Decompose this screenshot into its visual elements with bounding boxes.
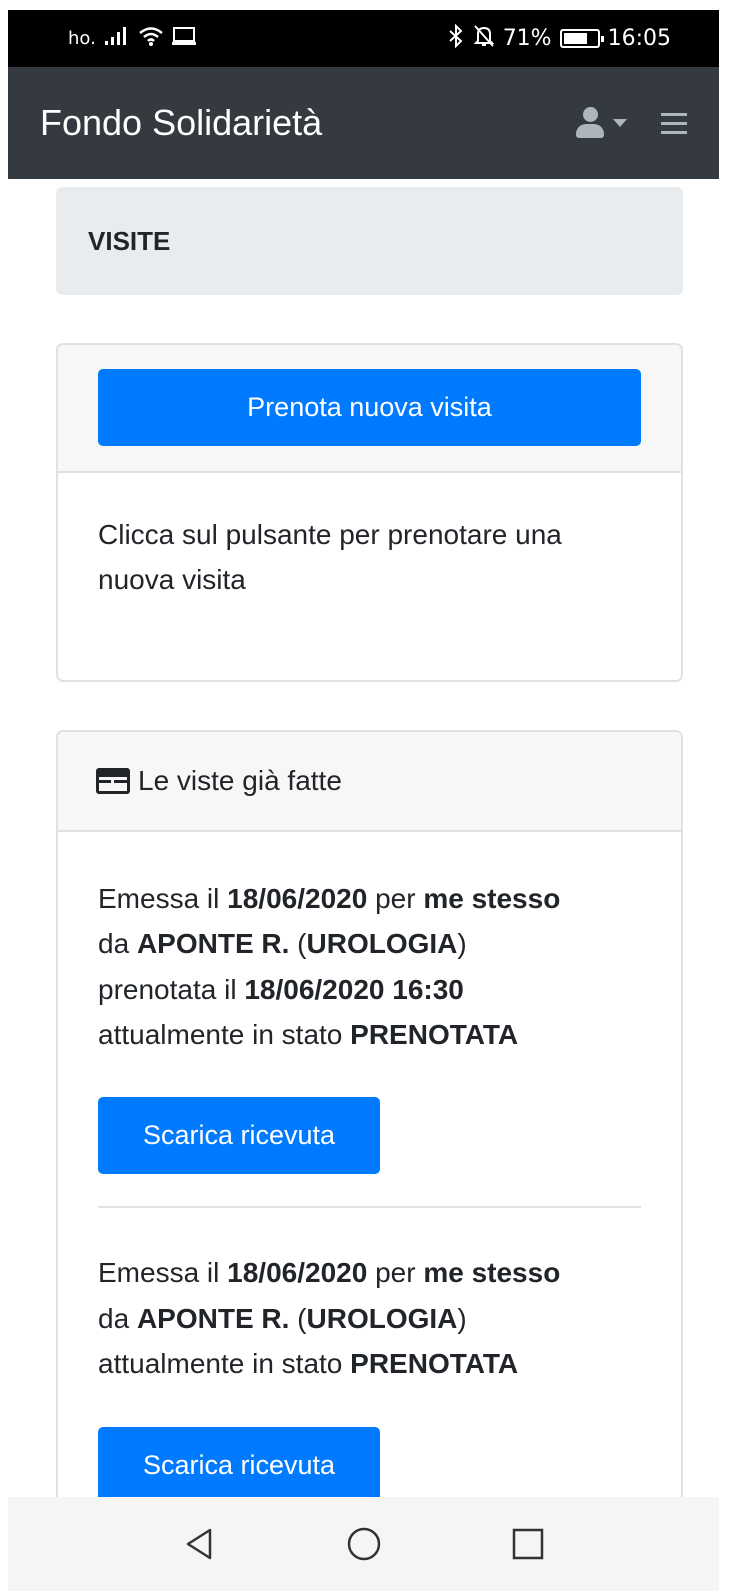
visit-issue-date: 18/06/2020 [227,1257,368,1289]
visit-doctor: APONTE R. [136,1302,290,1334]
visit-specialty: UROLOGIA [306,928,458,960]
navbar-actions [575,107,687,139]
visit-item: Emessa il 18/06/2020 per me stesso da AP… [98,876,641,1175]
status-bar: ho. 71% 16:05 [8,10,719,67]
visits-card: Le viste già fatte Emessa il 18/06/2020 … [56,730,683,1530]
navbar: Fondo Solidarietà [8,67,719,179]
download-receipt-button[interactable]: Scarica ricevuta [98,1097,380,1175]
recent-apps-icon[interactable] [510,1526,546,1562]
visit-line-issued: Emessa il 18/06/2020 per me stesso [98,883,561,914]
carrier-label: ho. [68,28,96,49]
status-bar-left: ho. [68,25,196,53]
download-receipt-button[interactable]: Scarica ricevuta [98,1426,380,1504]
visits-list: Emessa il 18/06/2020 per me stesso da AP… [58,832,681,1504]
divider [98,1206,641,1209]
wifi-icon [138,25,164,53]
book-new-visit-button[interactable]: Prenota nuova visita [98,369,641,446]
visit-details: Emessa il 18/06/2020 per me stesso da AP… [98,876,641,1057]
visit-item: Emessa il 18/06/2020 per me stesso da AP… [98,1250,641,1504]
breadcrumb: VISITE [56,187,683,295]
status-bar-right: 71% 16:05 [447,23,671,54]
back-icon[interactable] [182,1526,218,1562]
visit-issue-date: 18/06/2020 [227,883,368,914]
visit-details: Emessa il 18/06/2020 per me stesso da AP… [98,1250,641,1386]
battery-icon [559,29,604,48]
battery-level-fill [563,33,587,44]
booking-card: Prenota nuova visita Clicca sul pulsante… [56,343,683,682]
visit-doctor: APONTE R. [136,928,290,960]
visit-specialty: UROLOGIA [306,1302,458,1334]
navbar-brand[interactable]: Fondo Solidarietà [40,102,322,144]
system-navigation-bar [8,1497,719,1591]
user-menu-dropdown[interactable] [575,107,627,139]
visit-line-status: attualmente in stato PRENOTATA [98,1019,519,1051]
visit-line-doctor: da APONTE R. (UROLOGIA) [98,1302,467,1334]
clock: 16:05 [607,26,671,51]
bell-off-icon [473,24,495,54]
visits-card-header: Le viste già fatte [58,732,681,832]
table-icon [96,768,130,794]
bluetooth-icon [447,23,465,54]
booking-description: Clicca sul pulsante per prenotare una nu… [98,519,562,595]
visit-patient: me stesso [423,883,561,914]
visits-card-title: Le viste già fatte [138,765,342,796]
visit-line-doctor: da APONTE R. (UROLOGIA) [98,928,467,960]
home-icon[interactable] [346,1526,382,1562]
caret-down-icon [613,119,627,127]
booking-card-body: Clicca sul pulsante per prenotare una nu… [58,473,681,643]
visit-line-status: attualmente in stato PRENOTATA [98,1348,519,1380]
battery-percent: 71% [502,26,552,51]
booking-card-header: Prenota nuova visita [58,345,681,473]
visit-booked-at: 18/06/2020 16:30 [244,973,464,1005]
visit-status: PRENOTATA [350,1348,519,1380]
page-title: VISITE [88,225,171,256]
visit-status: PRENOTATA [350,1019,519,1051]
visit-line-booked: prenotata il 18/06/2020 16:30 [98,973,464,1005]
visit-patient: me stesso [423,1257,561,1289]
visit-line-issued: Emessa il 18/06/2020 per me stesso [98,1257,561,1289]
signal-icon [104,26,130,52]
cast-icon [171,26,196,52]
user-icon [575,107,605,139]
menu-toggle-button[interactable] [661,112,687,134]
